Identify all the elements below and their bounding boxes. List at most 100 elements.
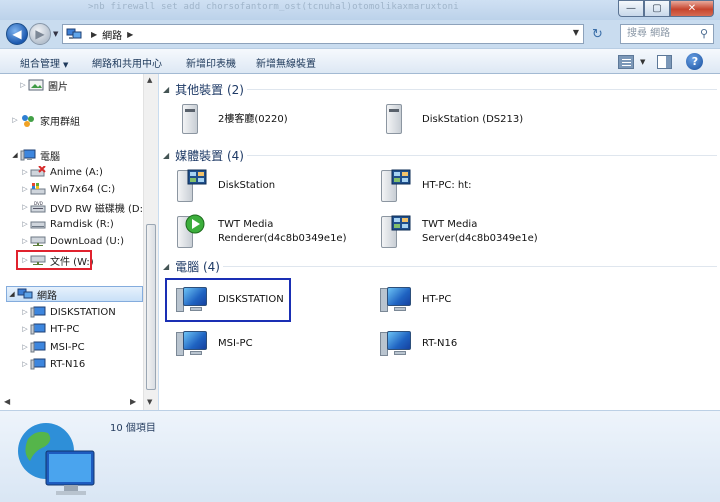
nav-item-drive-d[interactable]: ▷ DVD DVD RW 磁碟機 (D:) G — [20, 199, 158, 215]
computer-label: HT-PC — [422, 294, 452, 305]
computer-icon — [30, 323, 46, 335]
device-label: TWT Media Server(d4c8b0349e1e) — [422, 218, 538, 246]
nav-item-drive-c[interactable]: ▷ Win7x64 (C:) — [20, 181, 115, 197]
forward-button[interactable]: ▶ — [29, 23, 51, 45]
computer-item[interactable]: MSI-PC — [173, 326, 253, 362]
expand-icon[interactable]: ▷ — [20, 343, 30, 351]
computer-label: RT-N16 — [422, 338, 458, 349]
add-printer-button[interactable]: 新增印表機 — [186, 55, 236, 70]
nav-label: Ramdisk (R:) — [50, 218, 114, 230]
nav-label: RT-N16 — [50, 358, 86, 370]
media-device-item[interactable]: TWT Media Renderer(d4c8b0349e1e) — [173, 214, 346, 250]
nav-label: DVD RW 磁碟機 (D:) G — [50, 203, 158, 215]
chevron-down-icon: ▼ — [63, 61, 69, 69]
nav-item-drive-a[interactable]: ▷ Anime (A:) — [20, 164, 103, 180]
network-globe-icon — [14, 417, 100, 501]
help-icon[interactable]: ? — [686, 53, 704, 70]
media-device-item[interactable]: DiskStation — [173, 168, 275, 204]
nav-item-net-diskstation[interactable]: ▷ DISKSTATION — [20, 304, 116, 320]
nav-item-drive-r[interactable]: ▷ Ramdisk (R:) — [20, 216, 114, 232]
media-device-item[interactable]: TWT Media Server(d4c8b0349e1e) — [377, 214, 538, 250]
scroll-thumb[interactable] — [146, 224, 156, 390]
computer-icon — [377, 326, 413, 362]
expand-icon[interactable]: ▷ — [20, 360, 30, 368]
add-wireless-device-button[interactable]: 新增無線裝置 — [256, 55, 316, 70]
expand-icon[interactable]: ▷ — [20, 203, 30, 211]
collapse-icon[interactable]: ◢ — [10, 151, 20, 159]
nav-label: 網路 — [37, 290, 57, 302]
group-title: 其他裝置 (2) — [175, 82, 244, 97]
group-header-other-devices[interactable]: ◢ 其他裝置 (2) — [163, 81, 717, 97]
expand-icon[interactable]: ▷ — [20, 325, 30, 333]
device-label-line2: Renderer(d4c8b0349e1e) — [218, 233, 347, 244]
device-label: HT-PC: ht: — [422, 179, 472, 193]
nav-item-drive-u[interactable]: ▷ DownLoad (U:) — [20, 233, 124, 249]
computer-label: MSI-PC — [218, 338, 253, 349]
scroll-up-icon[interactable]: ▲ — [147, 76, 152, 84]
computer-item[interactable]: HT-PC — [377, 282, 451, 318]
collapse-icon[interactable]: ◢ — [163, 151, 169, 160]
nav-item-homegroup[interactable]: ▷ 家用群組 — [10, 112, 80, 128]
maximize-button[interactable]: ▢ — [644, 0, 670, 17]
nav-vertical-scrollbar[interactable]: ▲ ▼ — [143, 74, 158, 410]
group-divider — [247, 89, 717, 90]
computer-icon — [30, 306, 46, 318]
view-options-dropdown-icon[interactable]: ▼ — [640, 58, 645, 66]
nav-item-net-msi-pc[interactable]: ▷ MSI-PC — [20, 339, 85, 355]
group-header-media-devices[interactable]: ◢ 媒體裝置 (4) — [163, 147, 717, 163]
address-history-dropdown-icon[interactable]: ▼ — [573, 28, 579, 37]
device-label: DiskStation — [218, 179, 275, 193]
network-sharing-center-button[interactable]: 網路和共用中心 — [92, 55, 162, 70]
change-view-icon[interactable] — [618, 54, 634, 69]
group-divider — [247, 155, 717, 156]
search-input[interactable]: 搜尋 網路 ⚲ — [620, 24, 714, 44]
scroll-left-icon[interactable]: ◀ — [4, 397, 10, 406]
expand-icon[interactable]: ▷ — [18, 81, 28, 89]
breadcrumb-chevron-icon[interactable]: ▶ — [91, 30, 97, 39]
recent-pages-dropdown-icon[interactable]: ▼ — [53, 30, 58, 38]
navigation-pane: ▷ 圖片 ▷ 家用群組 ◢ 電腦 ▷ Anime (A:) ▷ Win7x64 … — [0, 74, 158, 410]
media-renderer-icon — [173, 214, 209, 250]
highlight-box-red — [16, 250, 92, 270]
scroll-right-icon[interactable]: ▶ — [130, 397, 136, 406]
disconnected-drive-icon — [30, 165, 46, 178]
collapse-icon[interactable]: ◢ — [163, 262, 169, 271]
nav-horizontal-scrollbar[interactable]: ◀ ▶ — [0, 394, 143, 410]
computer-item[interactable]: RT-N16 — [377, 326, 457, 362]
device-item[interactable]: DiskStation (DS213) — [377, 102, 523, 138]
expand-icon[interactable]: ▷ — [20, 308, 30, 316]
device-item[interactable]: 2樓客廳(0220) — [173, 102, 288, 138]
nav-item-network[interactable]: ◢ 網路 — [6, 286, 143, 302]
expand-icon[interactable]: ▷ — [10, 116, 20, 124]
nav-item-pictures[interactable]: ▷ 圖片 — [18, 77, 68, 93]
back-button[interactable]: ◀ — [6, 23, 28, 45]
title-bar: >nb firewall set add chorsofantorm_ost(t… — [0, 0, 720, 20]
breadcrumb-network[interactable]: 網路 — [102, 27, 122, 42]
nas-device-icon — [377, 102, 413, 138]
expand-icon[interactable]: ▷ — [20, 237, 30, 245]
address-bar[interactable]: ▶ 網路 ▶ ▼ — [62, 24, 584, 44]
search-icon[interactable]: ⚲ — [700, 25, 708, 43]
nav-label: MSI-PC — [50, 341, 85, 353]
nav-item-computer[interactable]: ◢ 電腦 — [10, 147, 60, 163]
scroll-down-icon[interactable]: ▼ — [147, 398, 152, 406]
expand-icon[interactable]: ▷ — [20, 168, 30, 176]
nav-item-net-ht-pc[interactable]: ▷ HT-PC — [20, 321, 79, 337]
media-device-item[interactable]: HT-PC: ht: — [377, 168, 472, 204]
organize-menu[interactable]: 組合管理 ▼ — [20, 55, 68, 70]
address-row: ◀ ▶ ▼ ▶ 網路 ▶ ▼ ↻ 搜尋 網路 ⚲ — [0, 20, 720, 48]
group-title: 媒體裝置 (4) — [175, 148, 244, 163]
nav-item-net-rt-n16[interactable]: ▷ RT-N16 — [20, 356, 85, 372]
collapse-icon[interactable]: ◢ — [7, 290, 17, 298]
expand-icon[interactable]: ▷ — [20, 220, 30, 228]
group-header-computers[interactable]: ◢ 電腦 (4) — [163, 258, 717, 274]
close-button[interactable]: ✕ — [670, 0, 714, 17]
device-label: DiskStation (DS213) — [422, 114, 524, 125]
breadcrumb-chevron-icon[interactable]: ▶ — [127, 30, 133, 39]
minimize-button[interactable]: — — [618, 0, 644, 17]
collapse-icon[interactable]: ◢ — [163, 85, 169, 94]
preview-pane-icon[interactable] — [657, 54, 673, 69]
pictures-folder-icon — [28, 79, 44, 91]
expand-icon[interactable]: ▷ — [20, 185, 30, 193]
refresh-icon[interactable]: ↻ — [592, 27, 603, 42]
